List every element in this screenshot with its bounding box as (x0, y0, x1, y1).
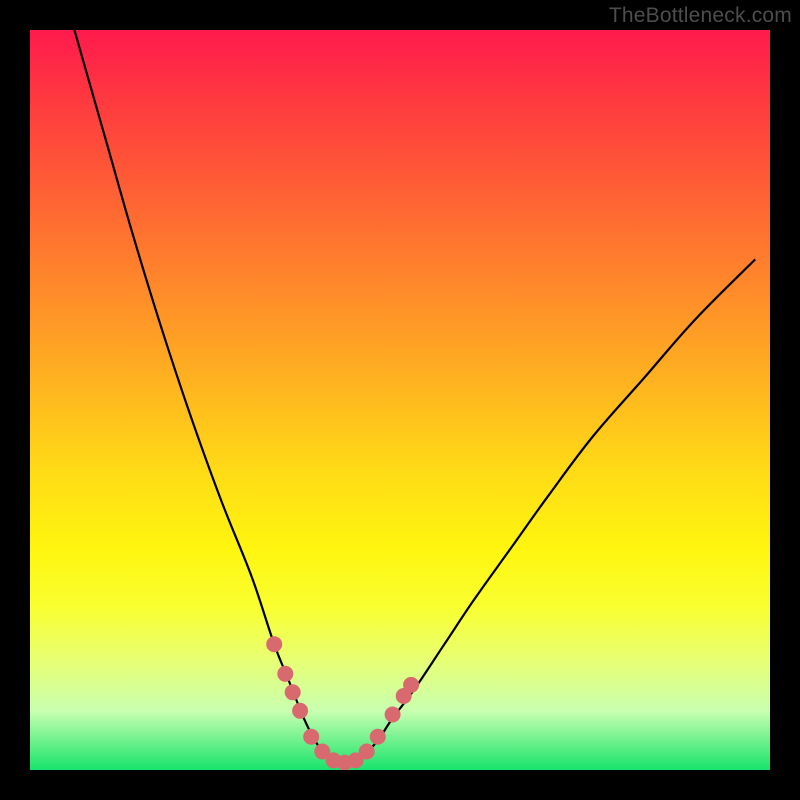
marker-group (266, 636, 419, 770)
curve-marker (403, 677, 419, 693)
curve-marker (370, 729, 386, 745)
curve-marker (277, 666, 293, 682)
curve-marker (285, 684, 301, 700)
chart-frame: TheBottleneck.com (0, 0, 800, 800)
curve-marker (266, 636, 282, 652)
curve-marker (359, 744, 375, 760)
attribution-text: TheBottleneck.com (609, 4, 792, 28)
curve-marker (303, 729, 319, 745)
plot-area (30, 30, 770, 770)
curve-svg (30, 30, 770, 770)
bottleneck-curve (74, 30, 755, 764)
curve-marker (385, 707, 401, 723)
curve-marker (292, 703, 308, 719)
